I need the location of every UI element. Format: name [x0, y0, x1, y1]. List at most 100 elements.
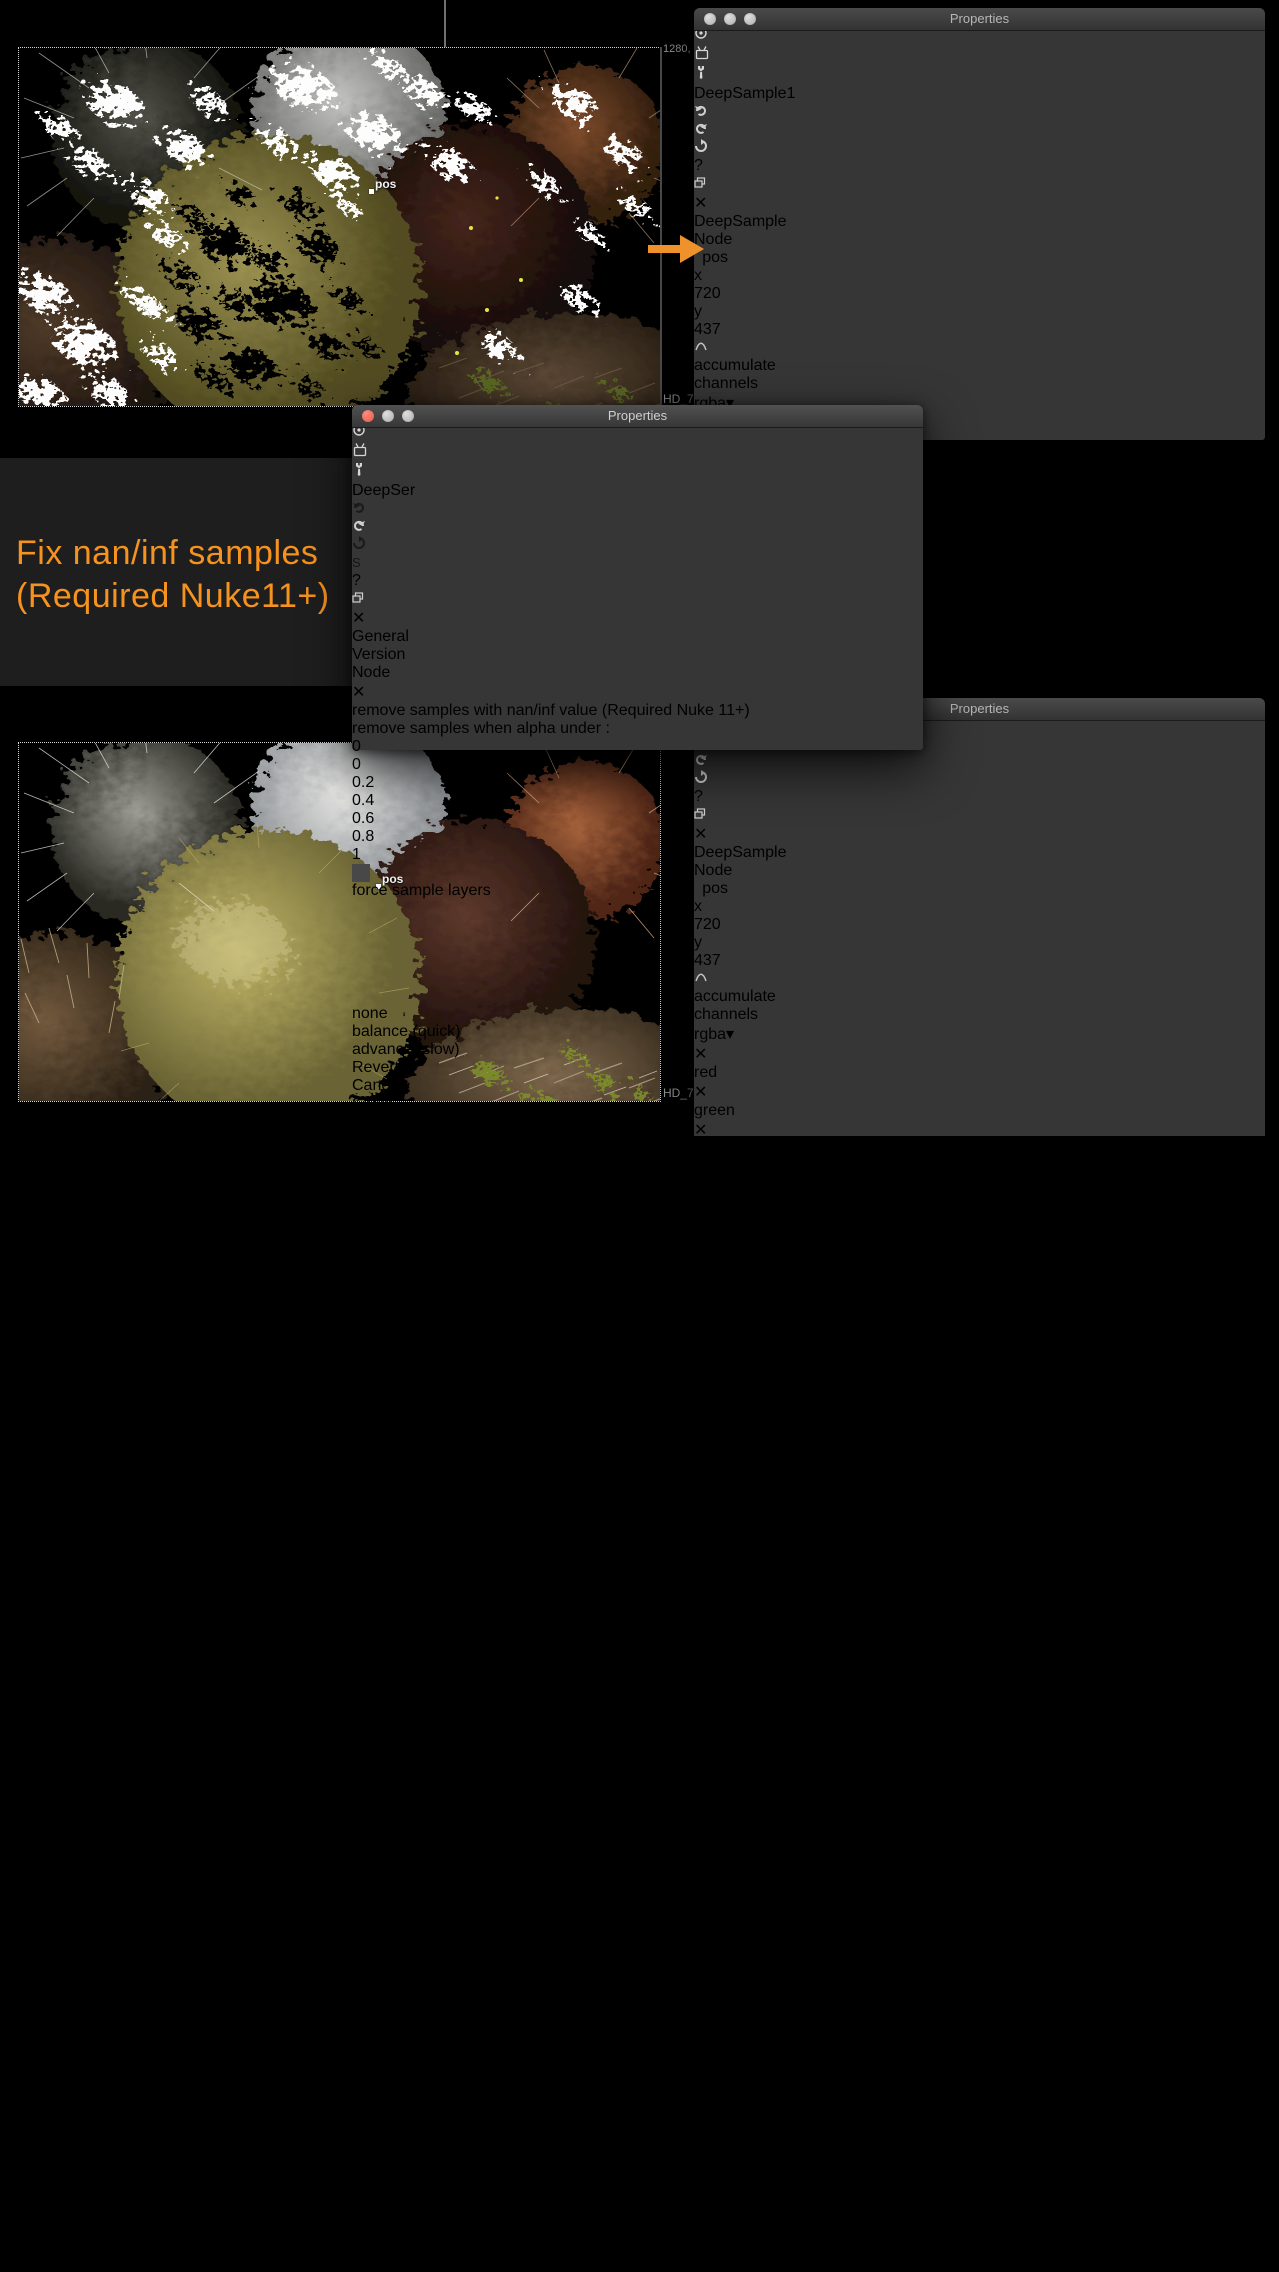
table-row: 45.771645.77160.1688230.1494140.0815430.…: [694, 2186, 1220, 2272]
table-cell: 0.00140667: [694, 1916, 1220, 1934]
revert-loop-button[interactable]: [694, 139, 1265, 157]
script-button[interactable]: S: [352, 554, 923, 572]
alpha-channel-dropdown[interactable]: rgba.alpha▾: [694, 1178, 830, 1198]
remove-alpha-label: remove samples when alpha under :: [352, 720, 923, 738]
revert-button[interactable]: Revert: [694, 1524, 1265, 1542]
close-window-icon[interactable]: [704, 13, 716, 25]
maxz-label: maxz: [694, 1488, 1265, 1506]
tab-general[interactable]: General: [352, 628, 923, 646]
close-icon: ✕: [694, 195, 707, 212]
table-cell: 53.1896: [694, 1322, 1220, 1340]
undo-button[interactable]: [352, 500, 923, 518]
close-panel-button[interactable]: ✕: [694, 193, 1265, 213]
table-cell: 0.338531: [694, 1628, 1220, 1646]
samples-label: samples: [694, 1416, 742, 1434]
pos-sample-label: pos: [375, 177, 396, 191]
table-cell: 0.081543: [694, 2258, 1220, 2272]
undo-button[interactable]: [694, 103, 1265, 121]
alpha-channel-checkbox[interactable]: ✕: [694, 1158, 1265, 1178]
accumulate-label: accumulate: [694, 357, 1265, 375]
blue-channel-checkbox[interactable]: ✕: [694, 1120, 1265, 1140]
alpha-threshold-field[interactable]: 0: [352, 738, 424, 756]
link-channels-button[interactable]: =: [694, 1198, 710, 1214]
minimize-window-icon[interactable]: [724, 13, 736, 25]
tab-bar: DeepSample Node: [694, 213, 1265, 249]
pos-x-label: x: [694, 267, 1265, 285]
table-cell: 0.00338936: [694, 1790, 1220, 1808]
table-cell: 0.00357819: [694, 1898, 1220, 1916]
table-cell: 4.57168e-...: [694, 1700, 1220, 1718]
table-cell: 0.00130844: [694, 1808, 1220, 1826]
float-window-button[interactable]: [694, 175, 1265, 193]
close-button[interactable]: Close: [694, 1560, 1265, 1578]
channels-label: channels: [694, 375, 747, 393]
remove-nan-checkbox[interactable]: ✕: [352, 682, 923, 702]
tab-node[interactable]: Node: [694, 231, 1265, 249]
close-panel-button[interactable]: ✕: [352, 608, 923, 628]
close-button[interactable]: Close: [352, 1095, 923, 1113]
tick-label: 0.6: [352, 810, 923, 828]
redo-icon: [352, 519, 366, 531]
tv-icon: [694, 45, 710, 60]
help-icon: ?: [694, 157, 703, 174]
pos-y-field[interactable]: 437: [694, 321, 762, 339]
help-button[interactable]: ?: [352, 572, 923, 590]
table-cell: 0.00130939: [694, 1934, 1220, 1952]
window-titlebar[interactable]: Properties: [694, 8, 1265, 31]
table-cell: 50.5944: [694, 2078, 1220, 2096]
table-cell: 45.7716: [694, 2186, 1220, 2204]
node-name-field[interactable]: DeepSample1: [694, 85, 1265, 103]
help-button[interactable]: ?: [694, 157, 1265, 175]
zoom-window-icon[interactable]: [402, 410, 414, 422]
wrench-settings-button[interactable]: [694, 65, 1265, 85]
table-header-cell: rgba.blue: [694, 1286, 1220, 1304]
monitor-output-button[interactable]: [694, 45, 1265, 65]
animation-curve-button[interactable]: [694, 339, 712, 357]
tab-node[interactable]: Node: [694, 862, 1265, 880]
close-window-icon[interactable]: [362, 410, 374, 422]
cancel-button[interactable]: Cancel: [694, 1542, 1265, 1560]
table-cell: 53.1896: [694, 1340, 1220, 1358]
annotation-line1: Fix nan/inf samples: [16, 532, 330, 575]
revert-button[interactable]: Revert: [352, 1059, 923, 1077]
table-cell: 52.1053: [694, 1646, 1220, 1664]
table-header-row: deep.frontdeep.backrgba.redrgba.greenrgb…: [694, 1214, 1220, 1322]
viewer-format-name-label: HD_7: [663, 393, 694, 405]
pos-x-field[interactable]: 720: [694, 285, 762, 303]
float-window-button[interactable]: [352, 590, 923, 608]
radio-balance-label: balance (quick): [352, 1023, 923, 1041]
redo-button[interactable]: [352, 518, 923, 536]
tab-deepsample[interactable]: DeepSample: [694, 213, 1265, 231]
viewer-image-broken[interactable]: [18, 47, 661, 407]
radio-none-label: none: [352, 1005, 923, 1023]
window-titlebar[interactable]: Properties: [352, 405, 923, 428]
table-cell: 0.000443...: [694, 2024, 1220, 2042]
loop-arrow-icon: [694, 139, 708, 152]
monitor-output-button[interactable]: [352, 442, 923, 462]
table-cell: 3.8445e-05: [694, 1718, 1220, 1736]
alpha-channel-value: rgba.alpha: [694, 1180, 770, 1197]
table-cell: 52.8219: [694, 1430, 1220, 1448]
table-row: 53.189653.18960000.999999: [694, 1322, 1220, 1430]
table-cell: 0.168823: [694, 2222, 1220, 2240]
tab-version[interactable]: Version: [352, 646, 923, 664]
properties-window-deepser: Properties ▼ DeepSer S ? ✕ General Versi…: [352, 405, 923, 750]
window-title: Properties: [352, 405, 923, 427]
zoom-window-icon[interactable]: [744, 13, 756, 25]
revert-loop-button[interactable]: [352, 536, 923, 554]
table-cell: 51.0199: [694, 1862, 1220, 1880]
render-furballs-with-nan-artifacts: [19, 48, 660, 406]
node-name-field[interactable]: DeepSer: [352, 482, 923, 500]
table-cell: 0.284095: [694, 2060, 1220, 2078]
undo-icon: [694, 104, 708, 116]
tab-node[interactable]: Node: [352, 664, 923, 682]
table-cell: 0.00031662: [694, 2042, 1220, 2060]
cancel-button[interactable]: Cancel: [352, 1077, 923, 1095]
help-icon: ?: [352, 572, 361, 589]
wrench-settings-button[interactable]: [352, 462, 923, 482]
minimize-window-icon[interactable]: [382, 410, 394, 422]
slider-end-button[interactable]: [352, 864, 370, 882]
pos-sample-marker: [369, 189, 374, 194]
redo-button[interactable]: [694, 121, 1265, 139]
table-cell: 0.000234...: [694, 2132, 1220, 2150]
